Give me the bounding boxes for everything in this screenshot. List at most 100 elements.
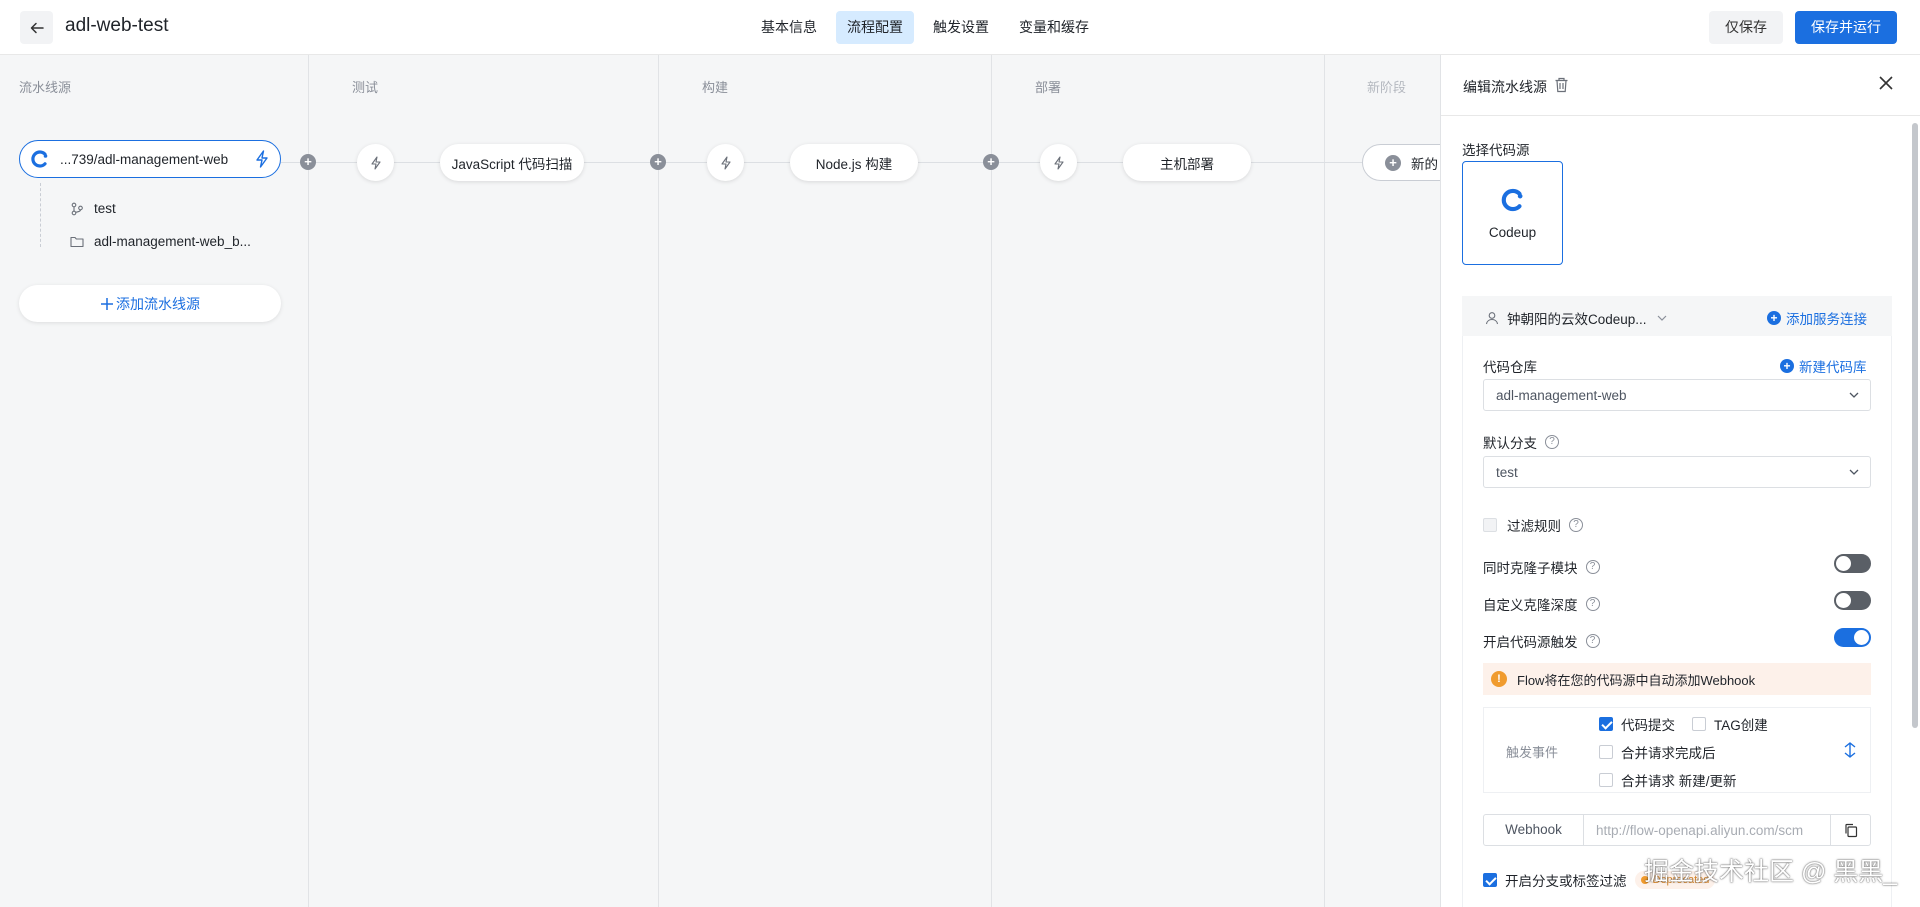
job-nodejs-build[interactable]: Node.js 构建 <box>790 144 918 181</box>
event-tag-create[interactable]: TAG创建 <box>1692 714 1768 734</box>
event-label: 合并请求完成后 <box>1621 746 1716 761</box>
filter-rules-row: 过滤规则 ? <box>1483 515 1583 535</box>
webhook-url-value[interactable]: http://flow-openapi.aliyun.com/scm <box>1584 823 1830 838</box>
add-stage-icon[interactable]: + <box>300 154 316 170</box>
event-checkbox[interactable] <box>1599 745 1613 759</box>
event-merge-create-update[interactable]: 合并请求 新建/更新 <box>1599 770 1737 790</box>
branch-tag-filter-checkbox[interactable] <box>1483 873 1497 887</box>
help-icon[interactable]: ? <box>1585 634 1600 648</box>
edit-source-panel: 编辑流水线源 选择代码源 Codeup 钟朝阳的云效Codeup... + 添加… <box>1440 55 1920 907</box>
webhook-warning-text: Flow将在您的代码源中自动添加Webhook <box>1517 672 1756 688</box>
tab-flow-config[interactable]: 流程配置 <box>836 11 914 44</box>
add-service-connection-label: 添加服务连接 <box>1786 312 1867 327</box>
save-and-run-button[interactable]: 保存并运行 <box>1795 11 1897 44</box>
event-checkbox[interactable] <box>1692 717 1706 731</box>
save-only-button[interactable]: 仅保存 <box>1709 11 1783 44</box>
tab-trigger-settings[interactable]: 触发设置 <box>922 11 1000 44</box>
column-label-build: 构建 <box>702 80 729 95</box>
panel-title: 编辑流水线源 <box>1463 79 1547 95</box>
tab-variables-cache[interactable]: 变量和缓存 <box>1008 11 1100 44</box>
source-folder-label: adl-management-web_b... <box>94 234 251 249</box>
chevron-down-icon <box>1657 315 1666 321</box>
webhook-prefix: Webhook <box>1484 815 1584 845</box>
event-label: TAG创建 <box>1714 718 1768 733</box>
chevron-down-icon <box>1849 469 1859 475</box>
event-checkbox[interactable] <box>1599 773 1613 787</box>
event-checkbox[interactable] <box>1599 717 1613 731</box>
job-host-deploy[interactable]: 主机部署 <box>1123 144 1251 181</box>
clone-submodules-toggle[interactable] <box>1834 554 1871 573</box>
panel-header: 编辑流水线源 <box>1441 55 1920 116</box>
branch-select[interactable]: test <box>1483 456 1871 488</box>
webhook-url-field[interactable]: Webhook http://flow-openapi.aliyun.com/s… <box>1483 814 1871 846</box>
help-icon[interactable]: ? <box>1585 597 1600 611</box>
column-label-source: 流水线源 <box>19 80 72 95</box>
add-stage-icon[interactable]: + <box>650 154 666 170</box>
lightning-icon[interactable] <box>254 150 270 168</box>
copy-button[interactable] <box>1830 815 1870 845</box>
default-branch-label-row: 默认分支 ? <box>1483 432 1559 452</box>
plus-circle-icon: + <box>1385 154 1401 171</box>
pipeline-tabs: 基本信息 流程配置 触发设置 变量和缓存 <box>750 11 1100 44</box>
plus-circle-icon: + <box>1780 359 1794 373</box>
lightning-icon <box>720 155 731 170</box>
help-icon[interactable]: ? <box>1585 560 1600 574</box>
pipeline-source-card[interactable]: ...739/adl-management-web <box>19 140 281 178</box>
new-repo-link[interactable]: + 新建代码库 <box>1780 356 1867 376</box>
service-user-label: 钟朝阳的云效Codeup... <box>1507 312 1647 327</box>
custom-clone-depth-label: 自定义克隆深度 <box>1483 598 1578 613</box>
column-label-deploy: 部署 <box>1035 80 1062 95</box>
source-trigger-label: 开启代码源触发 <box>1483 635 1578 650</box>
panel-scrollbar[interactable] <box>1912 123 1918 728</box>
new-repo-label: 新建代码库 <box>1799 360 1867 375</box>
arrow-left-icon <box>30 22 44 33</box>
event-label: 代码提交 <box>1621 718 1675 733</box>
new-task-button[interactable]: + 新的 <box>1362 144 1440 181</box>
service-user-dropdown[interactable]: 钟朝阳的云效Codeup... <box>1485 308 1667 328</box>
stage-trigger-node[interactable] <box>1040 144 1077 181</box>
default-branch-label: 默认分支 <box>1483 436 1537 451</box>
select-source-label: 选择代码源 <box>1462 143 1530 158</box>
source-tree-line <box>40 183 41 247</box>
tab-basic-info[interactable]: 基本信息 <box>750 11 828 44</box>
collapse-icon[interactable] <box>1843 741 1857 759</box>
plus-circle-icon: + <box>1767 311 1781 325</box>
add-service-connection-link[interactable]: + 添加服务连接 <box>1767 308 1867 328</box>
clone-submodules-row: 同时克隆子模块 ? <box>1483 557 1600 577</box>
event-merge-complete[interactable]: 合并请求完成后 <box>1599 742 1716 762</box>
source-branch-label: test <box>94 201 116 216</box>
add-stage-icon[interactable]: + <box>983 154 999 170</box>
column-label-test: 测试 <box>352 80 379 95</box>
codeup-label: Codeup <box>1488 224 1537 240</box>
source-repo-name: ...739/adl-management-web <box>60 151 229 167</box>
source-trigger-toggle[interactable] <box>1834 628 1871 647</box>
custom-clone-depth-toggle[interactable] <box>1834 591 1871 610</box>
add-pipeline-source-button[interactable]: 添加流水线源 <box>19 285 281 322</box>
back-button[interactable] <box>20 11 53 44</box>
repo-select[interactable]: adl-management-web <box>1483 379 1871 411</box>
stage-trigger-node[interactable] <box>357 144 394 181</box>
job-js-code-scan[interactable]: JavaScript 代码扫描 <box>440 144 584 181</box>
event-code-push[interactable]: 代码提交 <box>1599 714 1675 734</box>
pipeline-canvas: 流水线源 测试 构建 部署 新阶段 ...739/adl-management-… <box>0 55 1440 907</box>
filter-rules-checkbox[interactable] <box>1483 518 1497 532</box>
help-icon[interactable]: ? <box>1545 435 1559 449</box>
codeup-logo-icon <box>1501 188 1522 211</box>
column-divider <box>308 55 309 907</box>
custom-clone-depth-row: 自定义克隆深度 ? <box>1483 594 1600 614</box>
close-icon[interactable] <box>1878 75 1894 91</box>
event-label: 合并请求 新建/更新 <box>1621 774 1737 789</box>
watermark-text: 掘金技术社区 @ 黑黑_ <box>1644 858 1898 886</box>
folder-icon <box>70 236 84 247</box>
branch-select-value: test <box>1496 464 1518 480</box>
stage-trigger-node[interactable] <box>707 144 744 181</box>
top-bar: adl-web-test 基本信息 流程配置 触发设置 变量和缓存 仅保存 保存… <box>0 0 1920 55</box>
lightning-icon <box>370 155 381 170</box>
help-icon[interactable]: ? <box>1569 518 1583 532</box>
page-title: adl-web-test <box>65 15 169 36</box>
branch-icon <box>71 202 83 215</box>
codeup-source-option[interactable]: Codeup <box>1462 161 1563 265</box>
column-divider <box>991 55 992 907</box>
branch-tag-filter-label: 开启分支或标签过滤 <box>1505 874 1627 889</box>
trash-icon[interactable] <box>1554 77 1569 93</box>
